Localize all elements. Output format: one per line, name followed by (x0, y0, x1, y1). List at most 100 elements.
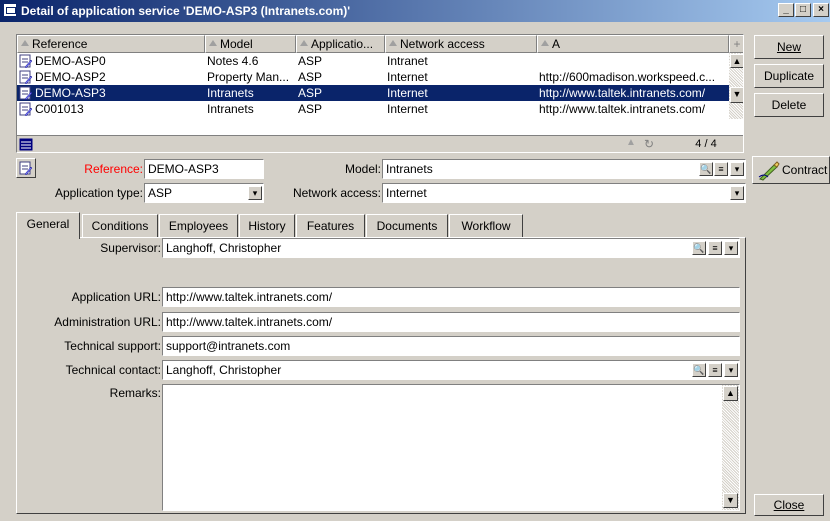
model-input[interactable]: Intranets (382, 159, 746, 179)
column-header-network-access[interactable]: Network access (385, 35, 537, 53)
cell-url: http://www.taltek.intranets.com/ (539, 102, 706, 116)
duplicate-button[interactable]: Duplicate (754, 64, 824, 88)
column-header-a[interactable]: A (537, 35, 729, 53)
close-window-button[interactable]: × (813, 3, 829, 17)
tab-conditions[interactable]: Conditions (82, 214, 158, 238)
records-grid[interactable]: Reference Model Applicatio... Network ac… (16, 34, 744, 153)
remarks-label: Remarks: (109, 386, 161, 400)
technical-contact-label: Technical contact: (65, 363, 161, 377)
chevron-down-icon[interactable]: ▾ (730, 186, 744, 200)
cell-network-access: Internet (387, 102, 428, 116)
duplicate-button-label: Duplicate (763, 69, 815, 83)
scroll-up-button[interactable]: ▲ (723, 386, 738, 401)
dropdown-arrow-icon[interactable]: ▾ (724, 363, 738, 377)
magnifier-icon[interactable]: 🔍 (692, 363, 706, 377)
application-url-label: Application URL: (71, 290, 161, 304)
dropdown-arrow-icon[interactable]: ▾ (724, 241, 738, 255)
cell-reference: DEMO-ASP0 (35, 54, 106, 68)
app-type-label: Application type: (54, 186, 143, 200)
application-service-icon (19, 102, 33, 116)
cell-network-access: Internet (387, 70, 428, 84)
reference-label: Reference: (84, 162, 143, 176)
column-header-label: Model (220, 37, 253, 51)
cell-application: ASP (298, 70, 323, 84)
close-button[interactable]: Close (754, 494, 824, 516)
scroll-down-button[interactable]: ▼ (723, 493, 738, 508)
contract-button-label: Contract (782, 163, 828, 177)
column-chooser-button[interactable]: + (729, 35, 743, 53)
administration-url-input[interactable]: http://www.taltek.intranets.com/ (162, 312, 740, 332)
application-service-icon (19, 54, 33, 68)
app-type-value: ASP (148, 186, 173, 200)
refresh-icon[interactable]: ↻ (644, 137, 660, 151)
title-bar: Detail of application service 'DEMO-ASP3… (0, 0, 830, 22)
cell-model: Intranets (207, 102, 254, 116)
column-header-model[interactable]: Model (205, 35, 296, 53)
app-type-select[interactable]: ASP (144, 183, 264, 203)
magnifier-icon[interactable]: 🔍 (699, 162, 713, 176)
cell-url: http://600madison.workspeed.c... (539, 70, 716, 84)
maximize-button[interactable]: □ (795, 3, 811, 17)
cell-application: ASP (298, 102, 323, 116)
close-button-label: Close (773, 498, 805, 512)
cell-network-access: Internet (387, 86, 428, 100)
table-row[interactable]: DEMO-ASP2 Property Man... ASP Internet h… (17, 69, 729, 85)
supervisor-label: Supervisor: (100, 241, 161, 255)
model-value: Intranets (386, 162, 433, 176)
details-icon[interactable]: ≡ (708, 241, 722, 255)
technical-support-input[interactable]: support@intranets.com (162, 336, 740, 356)
grid-vertical-scrollbar[interactable]: ▲ ▼ (729, 53, 743, 119)
record-count: 4 / 4 (695, 138, 717, 150)
remarks-textarea[interactable] (162, 384, 740, 511)
scroll-up-button[interactable]: ▲ (730, 54, 743, 68)
reference-input[interactable]: DEMO-ASP3 (144, 159, 264, 179)
tab-general[interactable]: General (16, 212, 80, 239)
scroll-thumb[interactable]: ▼ (730, 87, 743, 103)
cell-model: Notes 4.6 (207, 54, 259, 68)
delete-button-label: Delete (771, 98, 807, 112)
contract-pen-icon (758, 161, 780, 181)
column-header-label: Applicatio... (311, 37, 374, 51)
tab-documents[interactable]: Documents (366, 214, 448, 238)
column-header-label: Reference (32, 37, 88, 51)
record-type-icon (16, 158, 36, 178)
chevron-down-icon[interactable]: ▾ (248, 186, 262, 200)
magnifier-icon[interactable]: 🔍 (692, 241, 706, 255)
model-label: Model: (344, 162, 381, 176)
tab-features[interactable]: Features (296, 214, 365, 238)
cell-reference: DEMO-ASP2 (35, 70, 106, 84)
technical-contact-input[interactable]: Langhoff, Christopher (162, 360, 740, 380)
cell-reference: DEMO-ASP3 (35, 86, 106, 100)
cell-url: http://www.taltek.intranets.com/ (539, 86, 706, 100)
application-url-input[interactable]: http://www.taltek.intranets.com/ (162, 287, 740, 307)
column-header-reference[interactable]: Reference (17, 35, 205, 53)
tab-history[interactable]: History (239, 214, 295, 238)
cell-model: Intranets (207, 86, 254, 100)
dropdown-arrow-icon[interactable]: ▾ (730, 162, 744, 176)
delete-button[interactable]: Delete (754, 93, 824, 117)
details-icon[interactable]: ≡ (708, 363, 722, 377)
sort-indicator-icon: ▲ (626, 137, 636, 148)
remarks-scrollbar[interactable]: ▲ ▼ (722, 385, 739, 510)
table-row[interactable]: C001013 Intranets ASP Internet http://ww… (17, 101, 729, 117)
technical-support-label: Technical support: (64, 339, 161, 353)
tab-workflow[interactable]: Workflow (449, 214, 523, 238)
new-button[interactable]: New (754, 35, 824, 59)
window-title: Detail of application service 'DEMO-ASP3… (21, 4, 351, 18)
minimize-button[interactable]: _ (778, 3, 794, 17)
cell-model: Property Man... (207, 70, 290, 84)
tab-employees[interactable]: Employees (159, 214, 238, 238)
details-icon[interactable]: ≡ (714, 162, 728, 176)
supervisor-input[interactable]: Langhoff, Christopher (162, 238, 740, 258)
table-row[interactable]: DEMO-ASP0 Notes 4.6 ASP Intranet (17, 53, 729, 69)
contract-button[interactable]: Contract (752, 156, 830, 184)
cell-application: ASP (298, 54, 323, 68)
table-row-selected[interactable]: DEMO-ASP3 Intranets ASP Internet http://… (17, 85, 729, 101)
network-access-select[interactable]: Internet (382, 183, 746, 203)
supervisor-value: Langhoff, Christopher (166, 241, 282, 255)
administration-url-label: Administration URL: (54, 315, 161, 329)
column-header-application[interactable]: Applicatio... (296, 35, 385, 53)
column-header-label: A (552, 37, 561, 51)
cell-application: ASP (298, 86, 323, 100)
grid-list-icon[interactable] (19, 138, 33, 151)
